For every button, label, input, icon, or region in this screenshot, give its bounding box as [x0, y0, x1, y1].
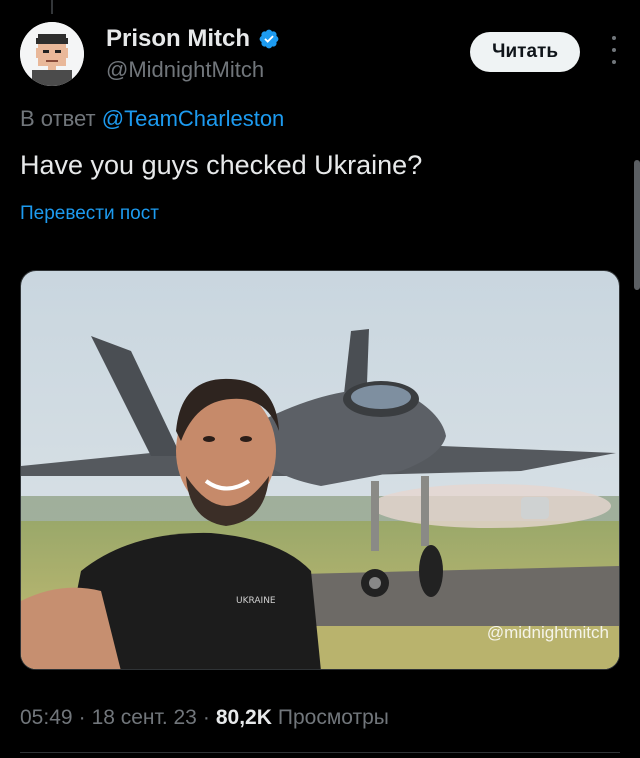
views-count: 80,2K: [215, 706, 272, 729]
reply-mention-link[interactable]: @TeamCharleston: [102, 106, 285, 131]
shirt-print-text: UKRAINE: [236, 596, 276, 606]
translate-post-link[interactable]: Перевести пост: [20, 203, 159, 225]
tweet-text: Have you guys checked Ukraine?: [20, 150, 423, 180]
follow-button[interactable]: Читать: [470, 32, 580, 72]
meta-separator: ·: [78, 706, 86, 729]
reply-prefix: В ответ: [20, 106, 96, 131]
avatar[interactable]: [20, 22, 84, 86]
media-watermark: @midnightmitch: [486, 623, 609, 642]
tweet-date[interactable]: 18 сент. 23: [92, 706, 197, 730]
tweet-metadata: 05:49 · 18 сент. 23 · 80,2K Просмотры: [20, 706, 389, 730]
thread-connector-line: [51, 0, 53, 14]
more-options-icon[interactable]: [608, 36, 620, 64]
verified-badge-icon: [259, 29, 279, 49]
reply-context: В ответ @TeamCharleston: [20, 106, 284, 132]
author-handle[interactable]: @MidnightMitch: [106, 57, 280, 83]
tweet-header: Prison Mitch @MidnightMitch Читать: [20, 22, 620, 86]
views-label: Просмотры: [277, 706, 389, 729]
tweet-media-image[interactable]: UKRAINE @midnightmitch: [20, 270, 620, 670]
scrollbar-thumb[interactable]: [634, 160, 640, 290]
tweet-time[interactable]: 05:49: [20, 706, 73, 730]
author-display-name[interactable]: Prison Mitch: [106, 25, 250, 53]
divider: [20, 752, 620, 753]
meta-separator: ·: [202, 706, 210, 729]
